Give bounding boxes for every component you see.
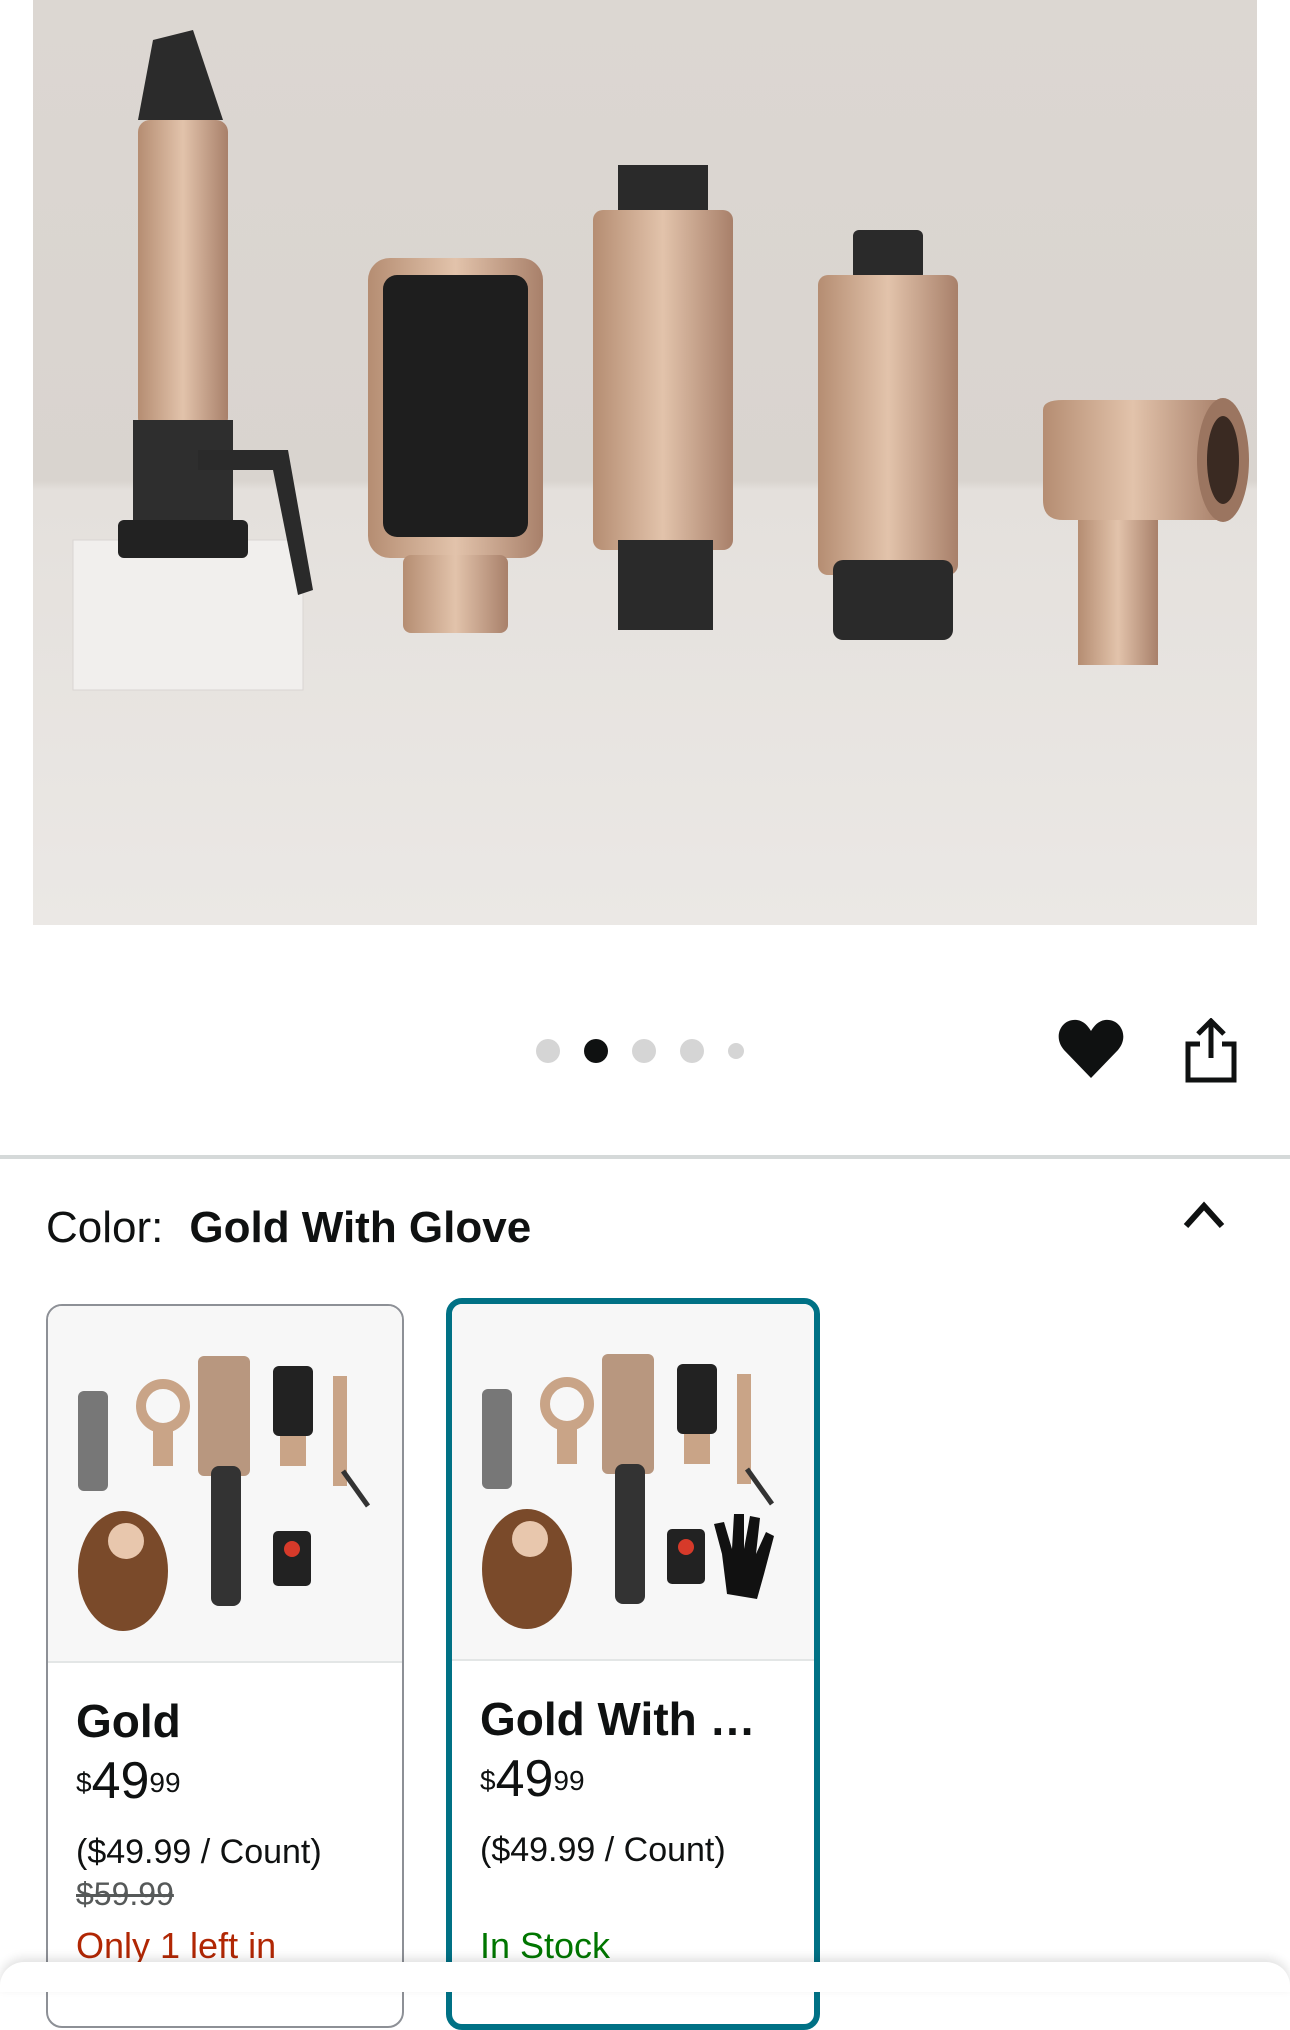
attachments-illustration [72, 30, 1249, 691]
image-pagination[interactable] [536, 1039, 744, 1063]
color-option-gold[interactable]: Gold $4999 ($49.99 / Count) $59.99 Only … [46, 1304, 404, 2028]
option-name: Gold [76, 1695, 181, 1747]
option-thumbnail [48, 1306, 402, 1663]
color-label: Color: [46, 1203, 164, 1252]
option-price: $4999 [76, 1752, 181, 1810]
pagination-dot-1[interactable] [536, 1039, 560, 1063]
heart-icon[interactable] [1058, 1018, 1124, 1080]
pagination-dot-3[interactable] [632, 1039, 656, 1063]
option-price: $4999 [480, 1750, 585, 1808]
pagination-dot-5[interactable] [728, 1043, 744, 1059]
pagination-dot-2[interactable] [584, 1039, 608, 1063]
product-kit-image [78, 1356, 371, 1631]
share-icon[interactable] [1183, 1018, 1239, 1084]
color-option-gold-with-glove[interactable]: Gold With Glove $4999 ($49.99 / Count) I… [446, 1298, 820, 2030]
section-divider [0, 1155, 1290, 1159]
selected-color: Gold With Glove [189, 1203, 532, 1252]
unit-price: ($49.99 / Count) [480, 1831, 726, 1869]
bottom-sheet-edge [0, 1962, 1290, 1992]
color-variation-header: Color: Gold With Glove [46, 1198, 531, 1258]
list-price: $59.99 [76, 1876, 174, 1912]
pagination-dot-4[interactable] [680, 1039, 704, 1063]
option-thumbnail [452, 1304, 814, 1661]
chevron-up-icon[interactable] [1182, 1198, 1226, 1230]
product-image[interactable] [33, 0, 1257, 925]
unit-price: ($49.99 / Count) [76, 1833, 322, 1871]
product-kit-image [482, 1354, 775, 1629]
option-name: Gold With Glove [480, 1693, 780, 1745]
